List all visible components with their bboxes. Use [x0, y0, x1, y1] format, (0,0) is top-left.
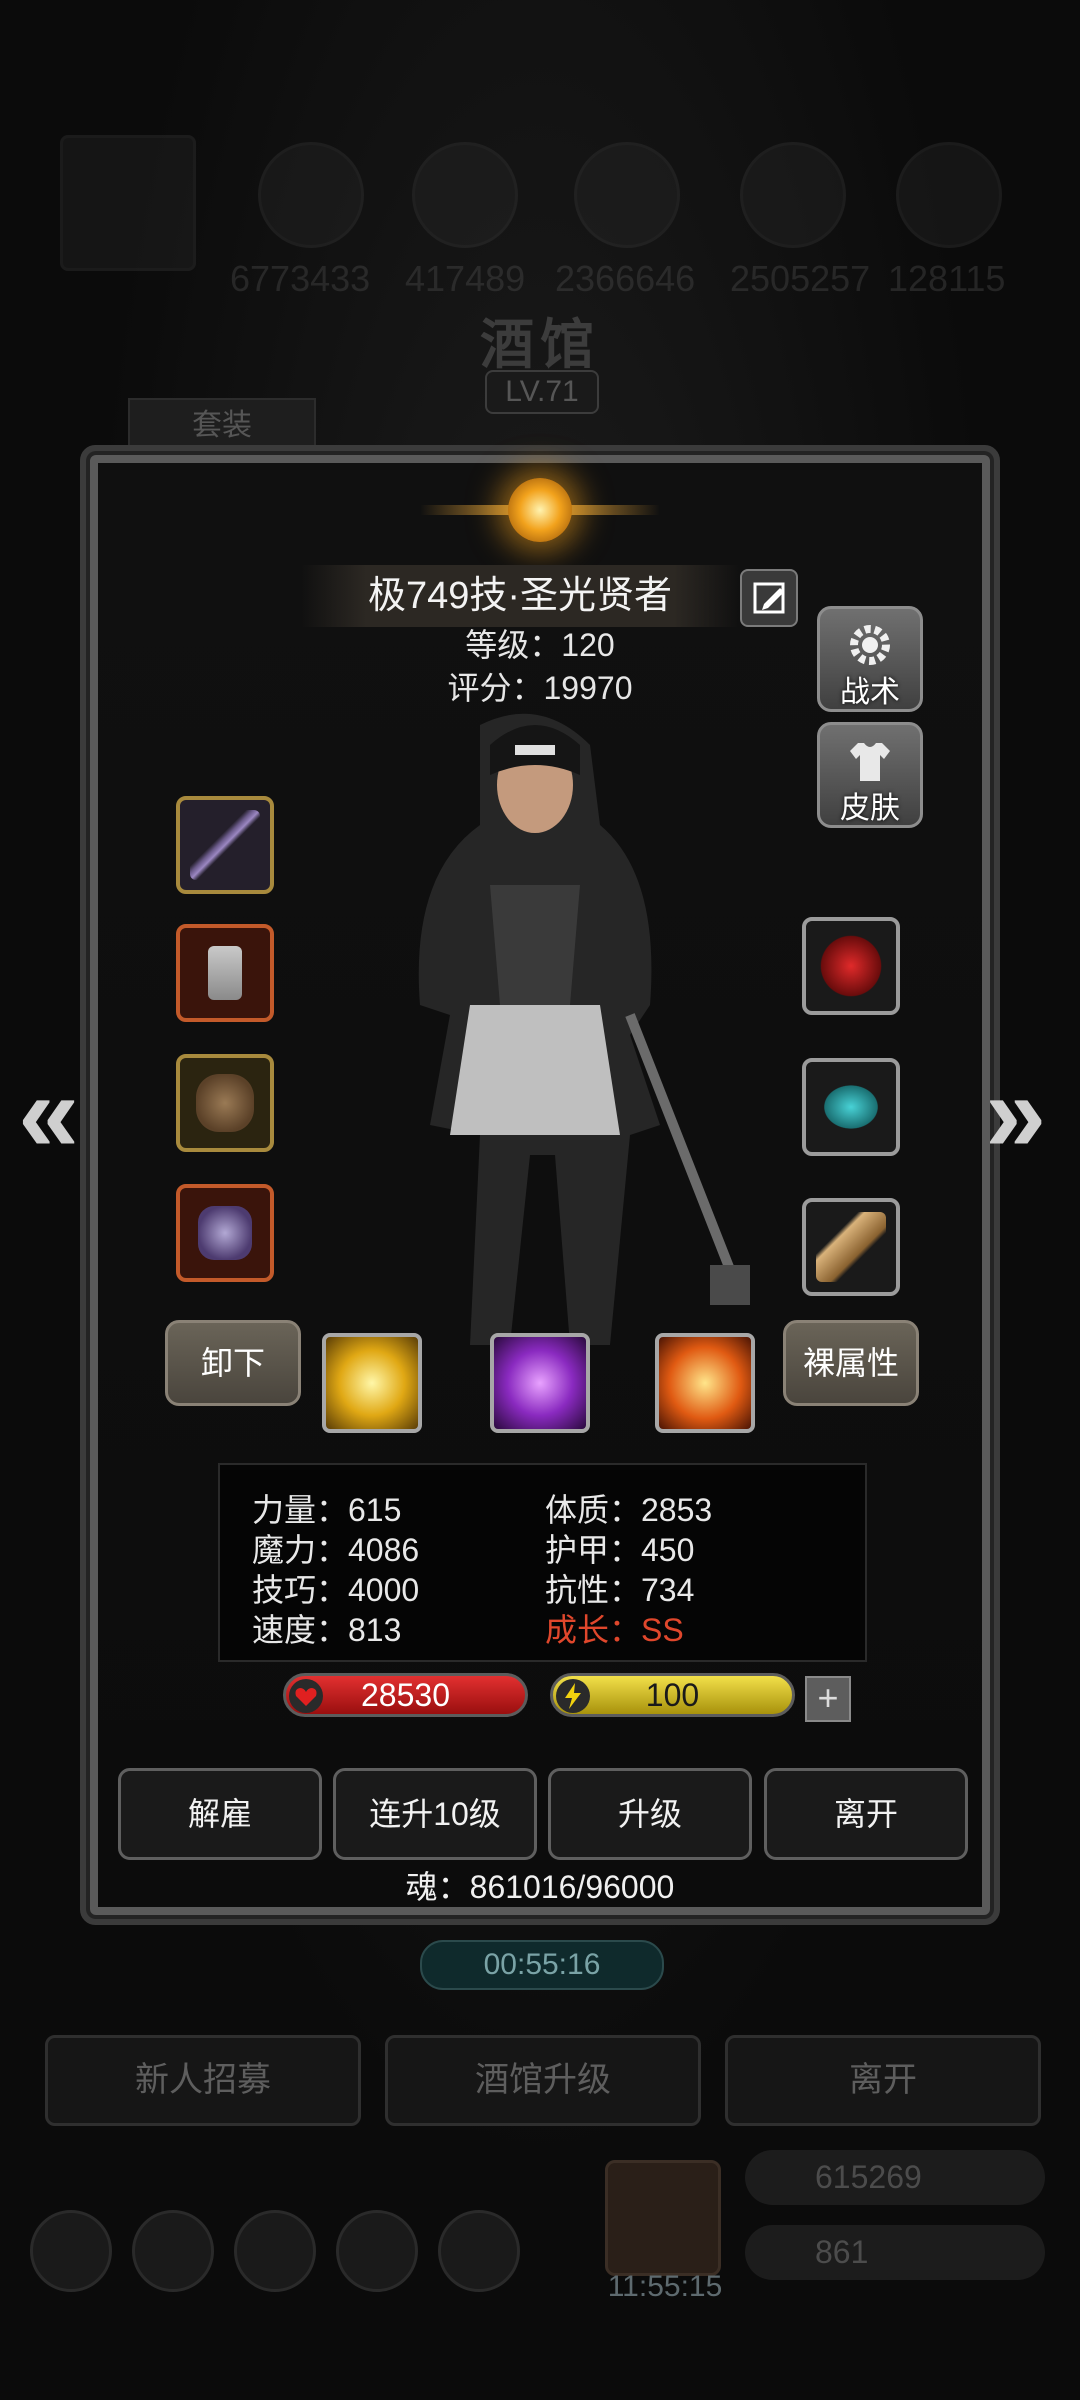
hp-value: 28530	[361, 1677, 450, 1713]
mace-icon	[190, 810, 260, 880]
menu-icon[interactable]	[336, 2210, 418, 2292]
hero-name: 极749技·圣光贤者	[300, 565, 740, 627]
resource-icon	[574, 142, 680, 248]
horn-icon	[816, 1212, 886, 1282]
gem-counter: 861	[745, 2225, 1045, 2280]
add-energy-button[interactable]: +	[805, 1676, 851, 1722]
emblem-icon	[508, 478, 572, 542]
tavern-title: 酒馆	[480, 315, 600, 375]
equip-slot-ring[interactable]	[802, 917, 900, 1015]
menu-icon[interactable]	[234, 2210, 316, 2292]
next-hero-arrow-icon[interactable]: »	[985, 1050, 1046, 1177]
skill-radiance-icon[interactable]	[322, 1333, 422, 1433]
equip-slot-helmet[interactable]	[176, 1054, 274, 1152]
leave-button[interactable]: 离开	[764, 1768, 968, 1860]
energy-bar: 100	[550, 1673, 795, 1717]
armor-icon	[208, 946, 242, 1000]
resource-value: 2505257	[730, 258, 871, 299]
menu-icon[interactable]	[438, 2210, 520, 2292]
portrait-icon	[60, 135, 196, 271]
equip-slot-armor[interactable]	[176, 924, 274, 1022]
gold-counter: 615269	[745, 2150, 1045, 2205]
stat-growth: 成长：SS	[545, 1612, 684, 1648]
recruit-button[interactable]: 新人招募	[45, 2035, 361, 2126]
tavern-level: LV.71	[485, 370, 599, 414]
resource-value: 417489	[405, 258, 526, 299]
resource-icon	[740, 142, 846, 248]
skin-button[interactable]: 皮肤	[817, 722, 923, 828]
gear-icon	[850, 625, 890, 665]
resource-icon	[258, 142, 364, 248]
gift-timer: 11:55:15	[607, 2270, 723, 2303]
equip-slot-accessory[interactable]	[176, 1184, 274, 1282]
unequip-button[interactable]: 卸下	[165, 1320, 301, 1406]
level-up-10-button[interactable]: 连升10级	[333, 1768, 537, 1860]
equip-slot-weapon[interactable]	[176, 796, 274, 894]
resource-bar: 6773433 417489 2366646 2505257 128115	[0, 130, 1080, 299]
tactics-label: 战术	[840, 676, 900, 709]
menu-icon[interactable]	[30, 2210, 112, 2292]
gift-icon[interactable]	[605, 2160, 721, 2276]
shirt-icon	[850, 743, 890, 781]
skill-flame-icon[interactable]	[655, 1333, 755, 1433]
equip-slot-horn[interactable]	[802, 1198, 900, 1296]
helm-icon	[198, 1206, 252, 1260]
set-tab[interactable]: 套装	[128, 398, 316, 454]
edit-icon	[753, 582, 785, 614]
resource-value: 2366646	[555, 258, 696, 299]
resource-value: 128115	[888, 258, 1006, 299]
upgrade-button[interactable]: 升级	[548, 1768, 752, 1860]
resource-icon	[412, 142, 518, 248]
stat-speed: 速度：813	[252, 1612, 402, 1648]
soul-counter: 魂：861016/96000	[405, 1869, 675, 1905]
base-attributes-button[interactable]: 裸属性	[783, 1320, 919, 1406]
menu-icon[interactable]	[132, 2210, 214, 2292]
tavern-upgrade-button[interactable]: 酒馆升级	[385, 2035, 701, 2126]
stats-panel: 力量：615 魔力：4086 技巧：4000 速度：813 体质：2853 护甲…	[218, 1463, 867, 1662]
skill-holy-note-icon[interactable]	[490, 1333, 590, 1433]
tavern-leave-button[interactable]: 离开	[725, 2035, 1041, 2126]
gem-icon	[820, 1082, 882, 1132]
hero-portrait	[418, 713, 750, 1345]
refresh-timer: 00:55:16	[420, 1940, 664, 1990]
dismiss-button[interactable]: 解雇	[118, 1768, 322, 1860]
edit-name-button[interactable]	[740, 569, 798, 627]
prev-hero-arrow-icon[interactable]: «	[18, 1050, 79, 1177]
equip-slot-gem[interactable]	[802, 1058, 900, 1156]
mask-icon	[196, 1074, 254, 1132]
energy-value: 100	[645, 1677, 700, 1713]
hp-bar: 28530	[283, 1673, 528, 1717]
orb-icon	[816, 931, 886, 1001]
resource-value: 6773433	[230, 258, 371, 299]
tactics-button[interactable]: 战术	[817, 606, 923, 712]
skin-label: 皮肤	[840, 792, 900, 825]
resource-icon	[896, 142, 1002, 248]
